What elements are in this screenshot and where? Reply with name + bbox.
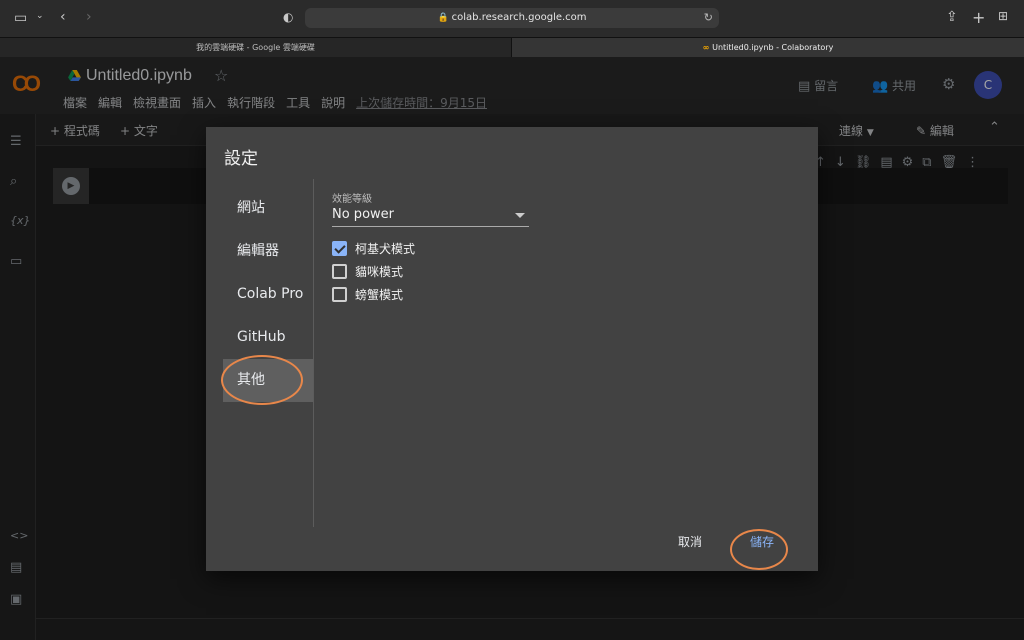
checkbox-label: 柯基犬模式 [355,242,416,256]
tab-overview-icon[interactable]: ⊞ [998,9,1008,23]
power-level-label: 效能等級 [332,194,372,205]
annotation-circle-save [730,529,788,570]
reload-icon[interactable]: ↻ [704,8,713,28]
crab-mode-checkbox[interactable] [332,287,347,302]
select-value: No power [332,207,394,222]
kitty-mode-checkbox[interactable] [332,264,347,279]
back-icon[interactable]: ‹ [60,9,66,25]
chevron-down-icon[interactable]: ⌄ [36,11,44,21]
tab-google-drive[interactable]: 我的雲端硬碟 - Google 雲端硬碟 [0,38,512,58]
nav-item-github[interactable]: GitHub [223,316,313,359]
dropdown-arrow-icon [515,213,525,218]
nav-item-site[interactable]: 網站 [223,187,313,230]
checkbox-label: 貓咪模式 [355,265,404,279]
tab-label: 我的雲端硬碟 - Google 雲端硬碟 [196,43,315,52]
share-icon[interactable]: ⇪ [946,9,958,25]
tab-label: Untitled0.ipynb - Colaboratory [712,43,834,52]
corgi-mode-checkbox[interactable] [332,241,347,256]
kitty-mode-option[interactable]: 貓咪模式 [332,263,403,280]
lock-icon: 🔒 [437,13,449,23]
nav-item-colab-pro[interactable]: Colab Pro [223,273,313,316]
dialog-title: 設定 [224,149,258,169]
tab-colab[interactable]: ∞ Untitled0.ipynb - Colaboratory [512,38,1024,58]
cancel-button[interactable]: 取消 [678,533,702,550]
annotation-circle-misc [221,355,303,405]
forward-icon[interactable]: › [86,9,92,25]
sidebar-toggle-icon[interactable]: ▭ [14,10,27,26]
nav-divider [313,179,314,527]
url-text: colab.research.google.com [451,12,587,23]
new-tab-icon[interactable]: + [972,8,985,27]
browser-tabs: 我的雲端硬碟 - Google 雲端硬碟 ∞ Untitled0.ipynb -… [0,37,1024,58]
settings-dialog: 設定 網站 編輯器 Colab Pro GitHub 其他 效能等級 No po… [206,127,818,571]
nav-item-editor[interactable]: 編輯器 [223,230,313,273]
power-level-select[interactable]: No power [332,205,529,227]
crab-mode-option[interactable]: 螃蟹模式 [332,286,403,303]
address-bar[interactable]: 🔒 colab.research.google.com ↻ [305,8,719,28]
checkbox-label: 螃蟹模式 [355,288,404,302]
browser-toolbar: ▭ ⌄ ‹ › ◐ 🔒 colab.research.google.com ↻ ⇪… [0,0,1024,37]
colab-favicon-icon: ∞ [702,43,713,52]
privacy-shield-icon[interactable]: ◐ [283,10,293,24]
corgi-mode-option[interactable]: 柯基犬模式 [332,240,415,257]
